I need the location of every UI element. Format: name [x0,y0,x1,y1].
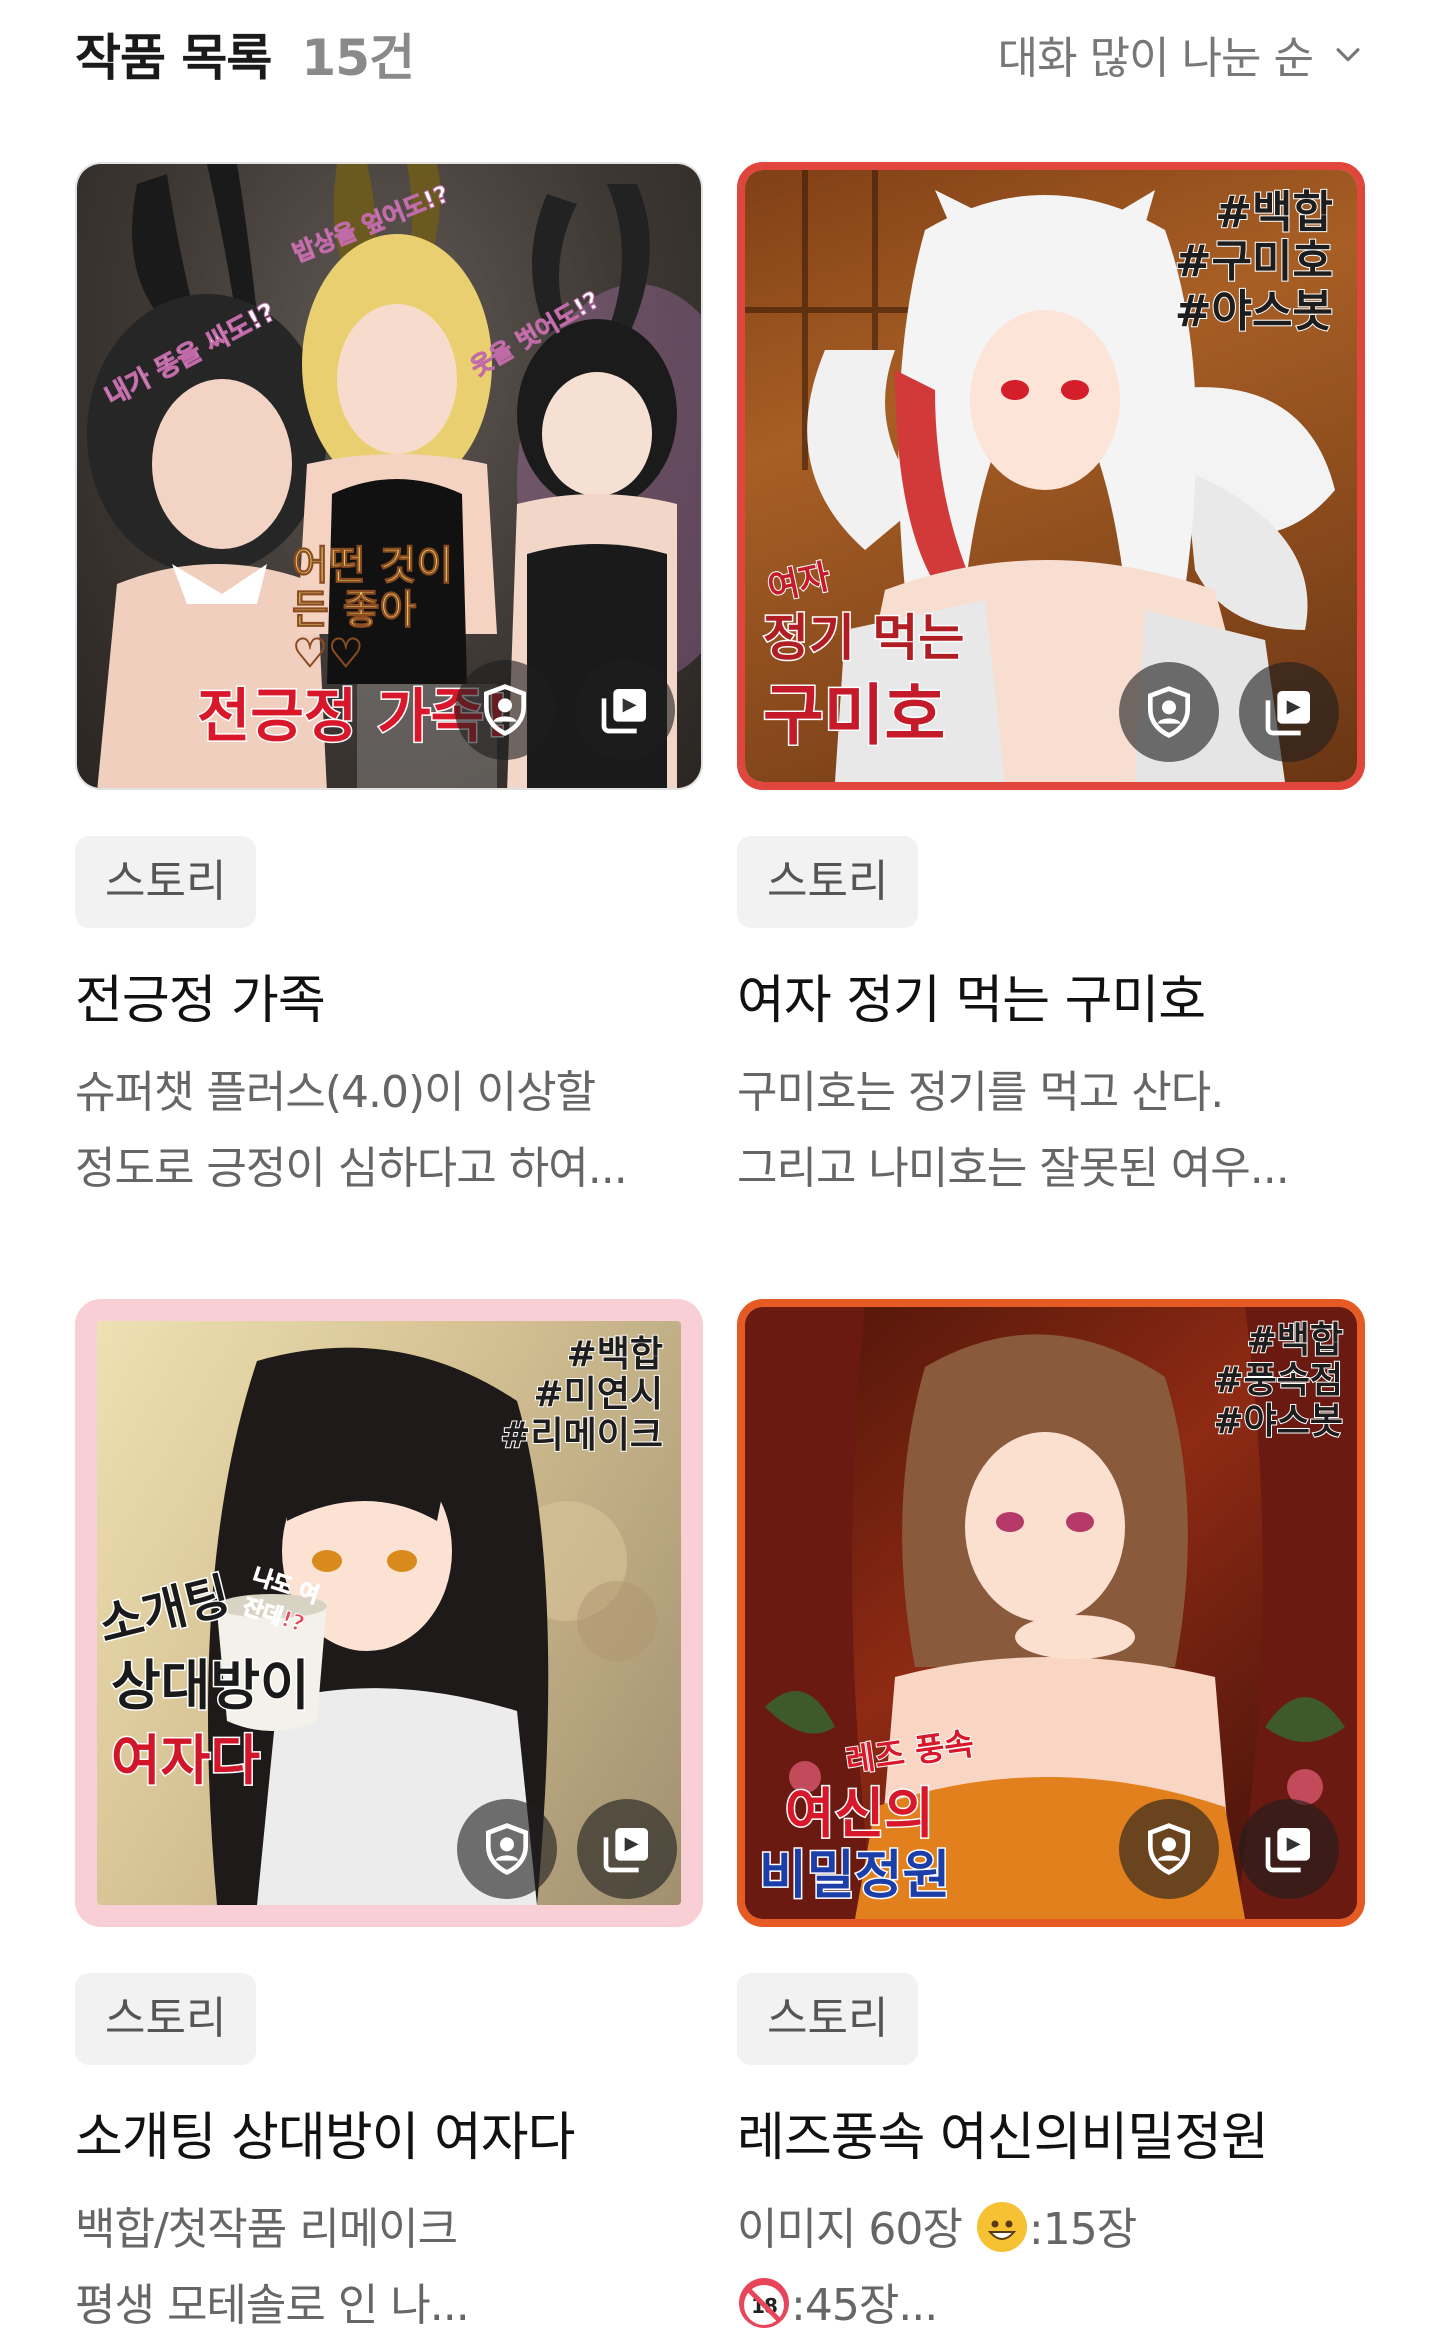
artwork-hashtags: #백합 #구미호 #야스봇 [1174,187,1334,337]
profile-button[interactable] [1119,1799,1219,1899]
chevron-down-icon [1336,48,1360,62]
artwork-hashtag: #구미호 [1174,236,1334,288]
work-card[interactable]: 내가 똥을 싸도!? 밥상을 엎어도!? 옷을 벗어도!? 어떤 것이든 좋아♡… [75,162,703,1207]
work-card[interactable]: #백합 #미연시 #리메이크 나도 여잔데!? 소개팅 상대방이 여자다 스토리… [75,1299,703,2344]
artwork-title-2: 비밀정원 [757,1845,951,1908]
category-tag: 스토리 [75,836,257,928]
description-line: 슈퍼챗 플러스(4.0)이 이상할 [75,1067,596,1118]
shield-person-icon [484,684,526,736]
artwork-hashtag: #백합 [566,1333,664,1376]
category-tag: 스토리 [737,836,919,928]
work-card[interactable]: #백합 #구미호 #야스봇 여자 정기 먹는 구미호 스토리 여자 정기 먹는 … [737,162,1365,1207]
artwork-caption: 어떤 것이든 좋아♡♡ [292,543,454,677]
category-tag: 스토리 [737,1973,919,2065]
list-header: 작품 목록 15건 대화 많이 나눈 순 [75,0,1365,106]
image-count-text: 이미지 60장 [737,2204,975,2255]
adult-image-count: :45장... [791,2280,938,2331]
artwork-title-big: 구미호 [761,676,946,756]
description-line: 평생 모테솔로 인 나... [75,2280,470,2331]
work-card[interactable]: #백합 #풍속점 #야스봇 레즈 풍속 여신의 비밀정원 스토리 레즈풍속 여신… [737,1299,1365,2344]
artwork-hashtag: #리메이크 [499,1414,664,1457]
work-title[interactable]: 레즈풍속 여신의비밀정원 [737,2095,1365,2170]
work-title[interactable]: 전긍정 가족 [75,958,703,1033]
category-tag: 스토리 [75,1973,257,2065]
gallery-button[interactable] [1239,1799,1339,1899]
work-list-page: 작품 목록 15건 대화 많이 나눈 순 내가 똥을 싸도!? 밥상을 엎어도!… [0,0,1440,2346]
artwork-hashtag: #야스봇 [1174,285,1334,337]
sort-label: 대화 많이 나눈 순 [997,33,1314,84]
gallery-button[interactable] [577,1799,677,1899]
safe-image-count: :15장 [1028,2204,1137,2255]
description-line: 18:45장... [737,2268,1377,2344]
list-count: 15건 [301,29,415,87]
gallery-button[interactable] [1239,662,1339,762]
artwork-hashtag: #야스봇 [1212,1400,1344,1443]
image-stack-icon [1265,1828,1310,1873]
profile-button[interactable] [455,660,555,760]
work-thumbnail[interactable]: #백합 #구미호 #야스봇 여자 정기 먹는 구미호 [737,162,1365,790]
profile-button[interactable] [1119,662,1219,762]
work-thumbnail[interactable]: 내가 똥을 싸도!? 밥상을 엎어도!? 옷을 벗어도!? 어떤 것이든 좋아♡… [75,162,703,790]
image-stack-icon [1265,691,1310,736]
work-thumbnail[interactable]: #백합 #풍속점 #야스봇 레즈 풍속 여신의 비밀정원 [737,1299,1365,1927]
sort-dropdown[interactable]: 대화 많이 나눈 순 [998,22,1365,86]
work-description: 백합/첫작품 리메이크 평생 모테솔로 인 나... [75,2192,703,2344]
work-thumbnail[interactable]: #백합 #미연시 #리메이크 나도 여잔데!? 소개팅 상대방이 여자다 [75,1299,703,1927]
image-stack-icon [601,689,646,734]
description-line: 구미호는 정기를 먹고 산다. [737,1067,1224,1118]
list-title: 작품 목록 [75,29,272,87]
artwork-hashtag: #백합 [1214,187,1334,239]
artwork-title-3: 여자다 [109,1728,261,1794]
work-description: 슈퍼챗 플러스(4.0)이 이상할 정도로 긍정이 심하다고 하여... [75,1055,703,1207]
gallery-button[interactable] [575,660,675,760]
work-grid: 내가 똥을 싸도!? 밥상을 엎어도!? 옷을 벗어도!? 어떤 것이든 좋아♡… [75,162,1365,2344]
artwork-title-2: 상대방이 [110,1653,312,1719]
artwork-hashtags: #백합 #풍속점 #야스봇 [1212,1319,1344,1443]
description-line: 백합/첫작품 리메이크 [75,2204,458,2255]
work-title[interactable]: 여자 정기 먹는 구미호 [737,958,1365,1033]
artwork-hashtag: #백합 [1246,1319,1344,1362]
shield-person-icon [486,1823,528,1875]
artwork-hashtag: #풍속점 [1212,1359,1344,1402]
work-description: 구미호는 정기를 먹고 산다. 그리고 나미호는 잘못된 여우... [737,1055,1365,1207]
description-line: 이미지 60장 :15장 [737,2192,1377,2268]
profile-button[interactable] [457,1799,557,1899]
shield-person-icon [1148,1823,1190,1875]
work-description: 이미지 60장 :15장 18:45장... [737,2192,1365,2344]
image-stack-icon [603,1828,648,1873]
artwork-hashtag: #미연시 [532,1373,664,1416]
header-left: 작품 목록 15건 [75,18,415,90]
artwork-hashtags: #백합 #미연시 #리메이크 [499,1333,664,1457]
adult-only-icon: 18 [739,2278,789,2328]
shield-person-icon [1148,686,1190,738]
grinning-face-icon [976,2202,1027,2252]
artwork-title-mid: 정기 먹는 [761,608,965,669]
description-line: 그리고 나미호는 잘못된 여우... [737,1143,1290,1194]
description-line: 정도로 긍정이 심하다고 하여... [75,1143,628,1194]
work-title[interactable]: 소개팅 상대방이 여자다 [75,2095,703,2170]
